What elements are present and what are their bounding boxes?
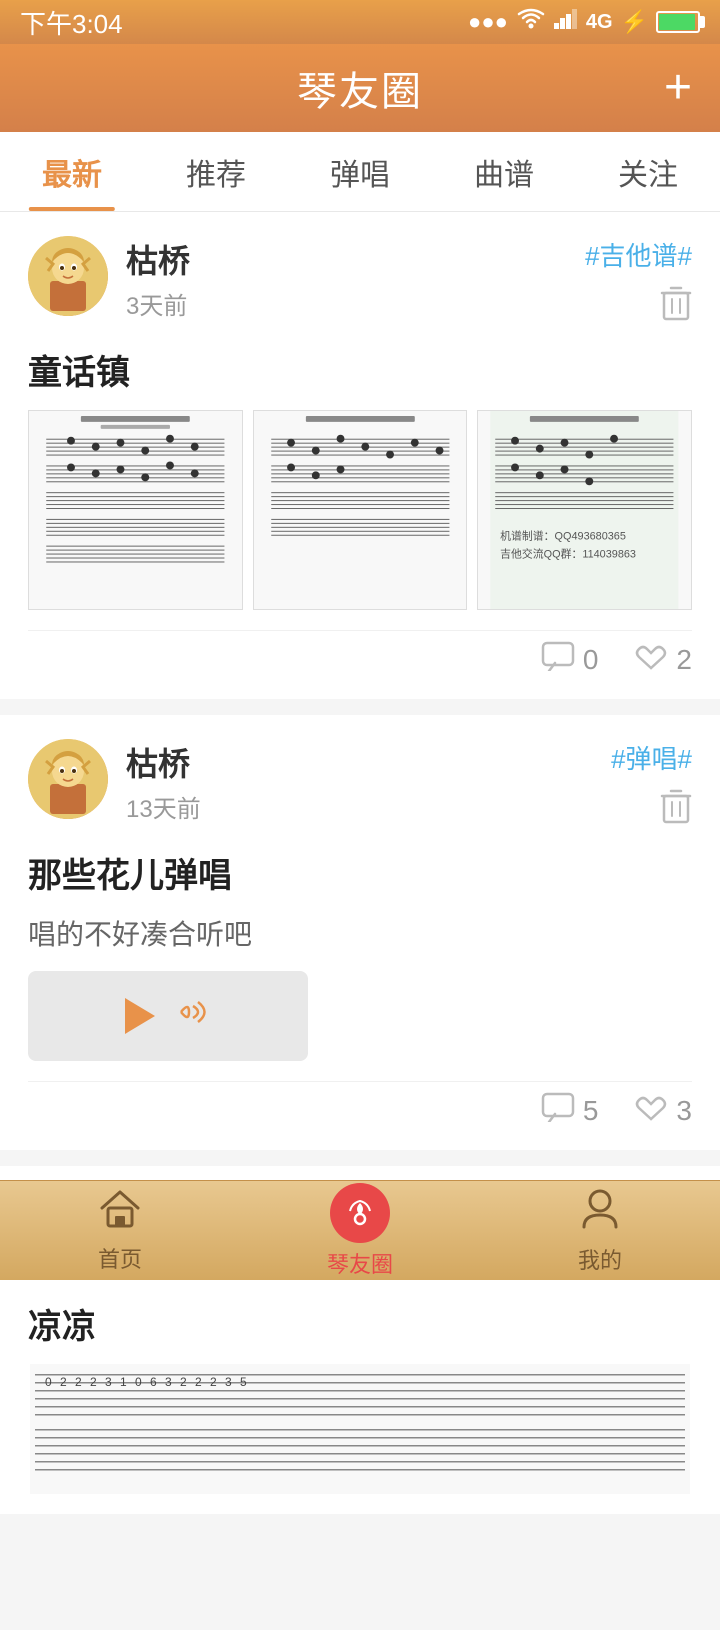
tab-follow[interactable]: 关注 <box>576 132 720 211</box>
svg-text:2: 2 <box>180 1375 187 1389</box>
post-title: 那些花儿弹唱 <box>28 848 692 897</box>
sheet-image-2[interactable] <box>253 410 468 610</box>
status-bar: 下午3:04 ●●● 4G ⚡ <box>0 0 720 44</box>
post-meta: 枯桥 13天前 <box>126 739 611 824</box>
like-count: 2 <box>676 644 692 676</box>
post-username: 枯桥 <box>126 236 585 282</box>
svg-text:5: 5 <box>240 1375 247 1389</box>
post-footer: 0 2 <box>28 630 692 679</box>
svg-text:0: 0 <box>45 1375 52 1389</box>
comment-count: 0 <box>583 644 599 676</box>
post-card: 枯桥 3天前 #吉他谱# 童话镇 <box>0 212 720 699</box>
sheet-image-3[interactable]: 机谱制谱：QQ493680365 吉他交流QQ群：114039863 <box>477 410 692 610</box>
comment-action[interactable]: 5 <box>541 1092 599 1130</box>
post-time: 3天前 <box>126 286 585 321</box>
svg-text:1: 1 <box>120 1375 127 1389</box>
sheet-image-1[interactable] <box>28 410 243 610</box>
post-description: 唱的不好凑合听吧 <box>28 913 692 953</box>
like-icon <box>634 1092 668 1130</box>
post-header: 枯桥 3天前 #吉他谱# <box>28 236 692 329</box>
comment-icon <box>541 641 575 679</box>
tab-latest[interactable]: 最新 <box>0 132 144 211</box>
post-title: 凉凉 <box>28 1299 692 1348</box>
tab-bar: 最新 推荐 弹唱 曲谱 关注 <box>0 132 720 212</box>
like-icon <box>634 641 668 679</box>
tab-score[interactable]: 曲谱 <box>432 132 576 211</box>
post-footer: 5 3 <box>28 1081 692 1130</box>
nav-profile[interactable]: 我的 <box>480 1187 720 1275</box>
battery-icon <box>656 11 700 33</box>
circle-icon <box>330 1183 390 1243</box>
wifi-icon: ●●● <box>468 9 508 35</box>
svg-text:2: 2 <box>195 1375 202 1389</box>
home-label: 首页 <box>98 1242 142 1274</box>
post-title: 童话镇 <box>28 345 692 394</box>
post-header-right: #弹唱# <box>611 739 692 832</box>
like-count: 3 <box>676 1095 692 1127</box>
comment-action[interactable]: 0 <box>541 641 599 679</box>
svg-text:2: 2 <box>90 1375 97 1389</box>
post-meta: 枯桥 3天前 <box>126 236 585 321</box>
post-header-right: #吉他谱# <box>585 236 692 329</box>
post-time: 13天前 <box>126 789 611 824</box>
home-icon <box>98 1188 142 1238</box>
svg-text:2: 2 <box>60 1375 67 1389</box>
like-action[interactable]: 3 <box>634 1092 692 1130</box>
app-title: 琴友圈 <box>297 59 423 117</box>
svg-text:3: 3 <box>165 1375 172 1389</box>
lightning-icon: ⚡ <box>621 9 648 35</box>
post-tag[interactable]: #吉他谱# <box>585 236 692 273</box>
play-button[interactable] <box>125 998 155 1034</box>
like-action[interactable]: 2 <box>634 641 692 679</box>
add-button[interactable]: + <box>664 64 692 112</box>
post-username: 枯桥 <box>126 739 611 785</box>
signal-bars-icon <box>554 9 578 35</box>
svg-text:吉他交流QQ群：114039863: 吉他交流QQ群：114039863 <box>501 547 637 561</box>
tab-play[interactable]: 弹唱 <box>288 132 432 211</box>
post-tag[interactable]: #弹唱# <box>611 739 692 776</box>
sound-wave-icon <box>171 994 211 1039</box>
bottom-nav: 首页 琴友圈 我的 <box>0 1180 720 1280</box>
wifi-signal-icon <box>516 8 546 36</box>
svg-text:0: 0 <box>135 1375 142 1389</box>
avatar <box>28 739 108 819</box>
comment-count: 5 <box>583 1095 599 1127</box>
post-header: 枯桥 13天前 #弹唱# <box>28 739 692 832</box>
delete-icon[interactable] <box>660 285 692 329</box>
svg-text:2: 2 <box>210 1375 217 1389</box>
profile-icon <box>580 1187 620 1239</box>
avatar <box>28 236 108 316</box>
svg-text:6: 6 <box>150 1375 157 1389</box>
status-indicators: ●●● 4G ⚡ <box>468 8 700 36</box>
content-area: 枯桥 3天前 #吉他谱# 童话镇 <box>0 212 720 1630</box>
svg-text:2: 2 <box>75 1375 82 1389</box>
delete-icon[interactable] <box>660 788 692 832</box>
nav-circle[interactable]: 琴友圈 <box>240 1183 480 1279</box>
status-time: 下午3:04 <box>20 4 123 41</box>
profile-label: 我的 <box>578 1243 622 1275</box>
comment-icon <box>541 1092 575 1130</box>
nav-home[interactable]: 首页 <box>0 1188 240 1274</box>
svg-text:3: 3 <box>105 1375 112 1389</box>
post-card: 枯桥 13天前 #弹唱# 那些花儿弹唱 唱的不好凑合听吧 <box>0 715 720 1150</box>
network-type: 4G <box>586 11 613 34</box>
svg-text:3: 3 <box>225 1375 232 1389</box>
sheet-images: 机谱制谱：QQ493680365 吉他交流QQ群：114039863 <box>28 410 692 610</box>
tab-recommend[interactable]: 推荐 <box>144 132 288 211</box>
header: 琴友圈 + <box>0 44 720 132</box>
circle-label: 琴友圈 <box>327 1247 393 1279</box>
svg-text:机谱制谱：QQ493680365: 机谱制谱：QQ493680365 <box>501 529 627 543</box>
audio-player[interactable] <box>28 971 308 1061</box>
partial-sheet-image[interactable]: 0 2 2 2 3 1 0 6 3 2 2 2 3 5 <box>28 1364 692 1494</box>
